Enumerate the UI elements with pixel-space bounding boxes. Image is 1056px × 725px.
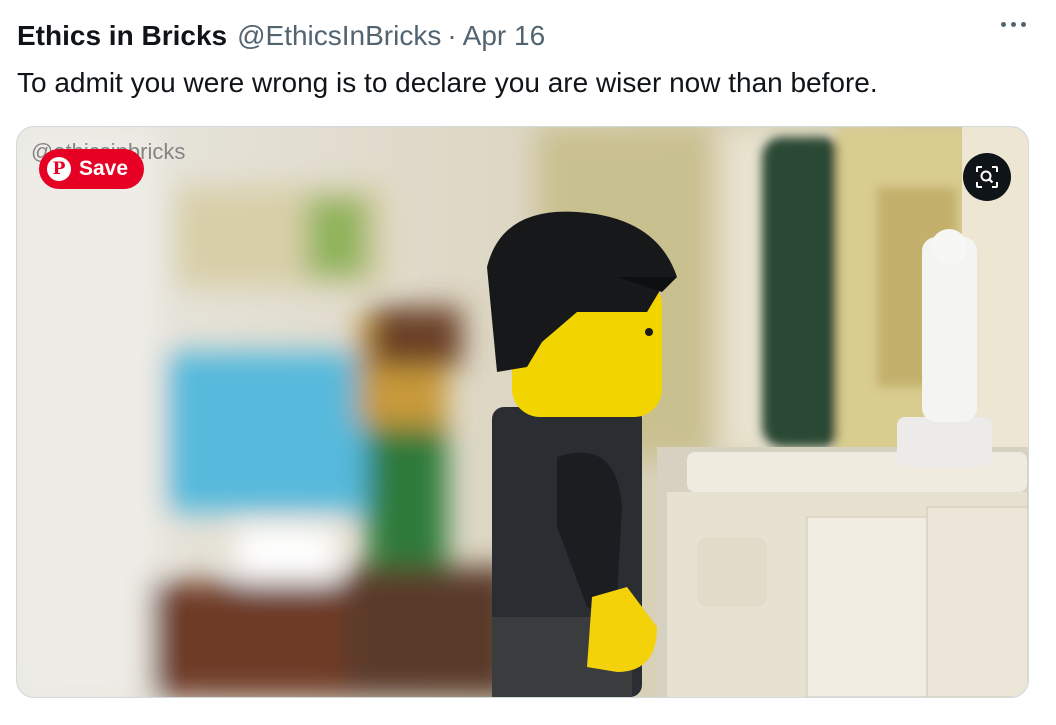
pinterest-save-label: Save — [79, 157, 129, 180]
tweet-text: To admit you were wrong is to declare yo… — [17, 67, 878, 98]
tweet-media[interactable]: @ethicsinbricks P Save — [16, 126, 1029, 698]
pinterest-save-button[interactable]: P Save — [39, 149, 145, 189]
author-handle[interactable]: @EthicsInBricks — [237, 20, 441, 52]
tweet-header: Ethics in Bricks @EthicsInBricks · Apr 1… — [17, 18, 545, 54]
tweet-date[interactable]: Apr 16 — [463, 20, 546, 52]
more-options-icon[interactable] — [1001, 22, 1026, 27]
dot — [1021, 22, 1026, 27]
dot — [1011, 22, 1016, 27]
lego-photo — [17, 127, 1028, 697]
dot — [1001, 22, 1006, 27]
magnifier-icon — [976, 166, 998, 188]
separator-dot: · — [447, 20, 457, 51]
author-name[interactable]: Ethics in Bricks — [17, 20, 227, 52]
search-zoom-icon[interactable] — [963, 153, 1011, 201]
pinterest-icon: P — [47, 157, 71, 181]
